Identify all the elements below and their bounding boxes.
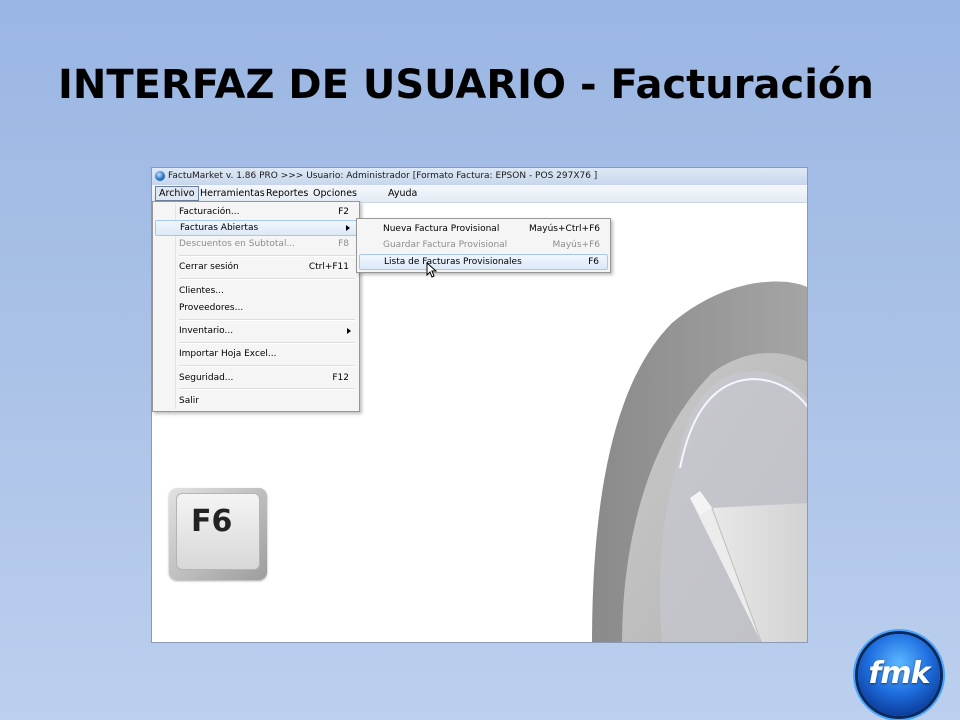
archivo-dropdown: Facturación... F2 Facturas Abiertas Desc… xyxy=(152,201,360,412)
slide-title: INTERFAZ DE USUARIO - Facturación xyxy=(58,62,874,108)
menu-item-clientes[interactable]: Clientes... xyxy=(155,283,357,299)
menu-item-label: Importar Hoja Excel... xyxy=(179,349,277,359)
app-globe-icon xyxy=(155,171,165,181)
submenu-arrow-icon xyxy=(346,225,350,231)
menu-item-inventario[interactable]: Inventario... xyxy=(155,323,357,339)
menu-item-proveedores[interactable]: Proveedores... xyxy=(155,300,357,316)
fmk-logo: fmk xyxy=(858,634,940,716)
menu-item-facturas-abiertas[interactable]: Facturas Abiertas xyxy=(155,220,357,236)
menu-herramientas[interactable]: Herramientas xyxy=(197,185,268,201)
key-face: F6 xyxy=(176,493,260,570)
menu-item-importar-excel[interactable]: Importar Hoja Excel... xyxy=(155,346,357,362)
menu-item-nueva-factura[interactable]: Nueva Factura Provisional Mayús+Ctrl+F6 xyxy=(359,221,608,237)
menu-separator xyxy=(179,319,355,321)
submenu-arrow-icon xyxy=(347,328,351,334)
menu-item-lista-facturas[interactable]: Lista de Facturas Provisionales F6 xyxy=(359,254,608,270)
menu-separator xyxy=(179,342,355,344)
window-titlebar[interactable]: FactuMarket v. 1.86 PRO >>> Usuario: Adm… xyxy=(152,168,807,185)
menu-item-shortcut: F6 xyxy=(588,257,599,267)
menu-item-label: Clientes... xyxy=(179,286,224,296)
menu-item-label: Nueva Factura Provisional xyxy=(383,224,500,234)
menu-item-salir[interactable]: Salir xyxy=(155,393,357,409)
menu-item-seguridad[interactable]: Seguridad... F12 xyxy=(155,370,357,386)
menu-item-facturacion[interactable]: Facturación... F2 xyxy=(155,204,357,220)
menu-item-descuentos[interactable]: Descuentos en Subtotal... F8 xyxy=(155,236,357,252)
menu-separator xyxy=(179,278,355,280)
menu-archivo[interactable]: Archivo xyxy=(155,186,199,201)
facturas-abiertas-submenu: Nueva Factura Provisional Mayús+Ctrl+F6 … xyxy=(356,218,611,273)
menu-item-label: Inventario... xyxy=(179,326,234,336)
menu-item-shortcut: F2 xyxy=(338,207,349,217)
menu-separator xyxy=(179,255,355,257)
menu-item-cerrar-sesion[interactable]: Cerrar sesión Ctrl+F11 xyxy=(155,259,357,275)
menu-item-label: Guardar Factura Provisional xyxy=(383,240,508,250)
menu-item-label: Lista de Facturas Provisionales xyxy=(384,257,522,267)
menu-item-shortcut: F8 xyxy=(338,239,349,249)
menu-item-label: Proveedores... xyxy=(179,303,244,313)
menu-item-guardar-factura[interactable]: Guardar Factura Provisional Mayús+F6 xyxy=(359,237,608,253)
menu-reportes[interactable]: Reportes xyxy=(263,185,311,201)
menu-opciones[interactable]: Opciones xyxy=(310,185,360,201)
menu-item-label: Facturas Abiertas xyxy=(180,223,259,233)
logo-text: fmk xyxy=(868,656,930,691)
menu-item-label: Descuentos en Subtotal... xyxy=(179,239,296,249)
menu-item-label: Seguridad... xyxy=(179,373,234,383)
menu-item-label: Salir xyxy=(179,396,199,406)
menu-item-shortcut: Mayús+Ctrl+F6 xyxy=(529,224,600,234)
menu-ayuda[interactable]: Ayuda xyxy=(385,185,420,201)
menu-item-label: Cerrar sesión xyxy=(179,262,239,272)
menu-item-shortcut: Ctrl+F11 xyxy=(308,262,349,272)
menu-separator xyxy=(179,388,355,390)
menu-item-label: Facturación... xyxy=(179,207,240,217)
menu-separator xyxy=(179,365,355,367)
f6-key-icon: F6 xyxy=(169,488,267,580)
menu-item-shortcut: Mayús+F6 xyxy=(552,240,600,250)
key-label: F6 xyxy=(191,504,233,539)
mouse-cursor-icon xyxy=(426,262,438,278)
menu-item-shortcut: F12 xyxy=(332,373,349,383)
window-title: FactuMarket v. 1.86 PRO >>> Usuario: Adm… xyxy=(168,171,598,181)
